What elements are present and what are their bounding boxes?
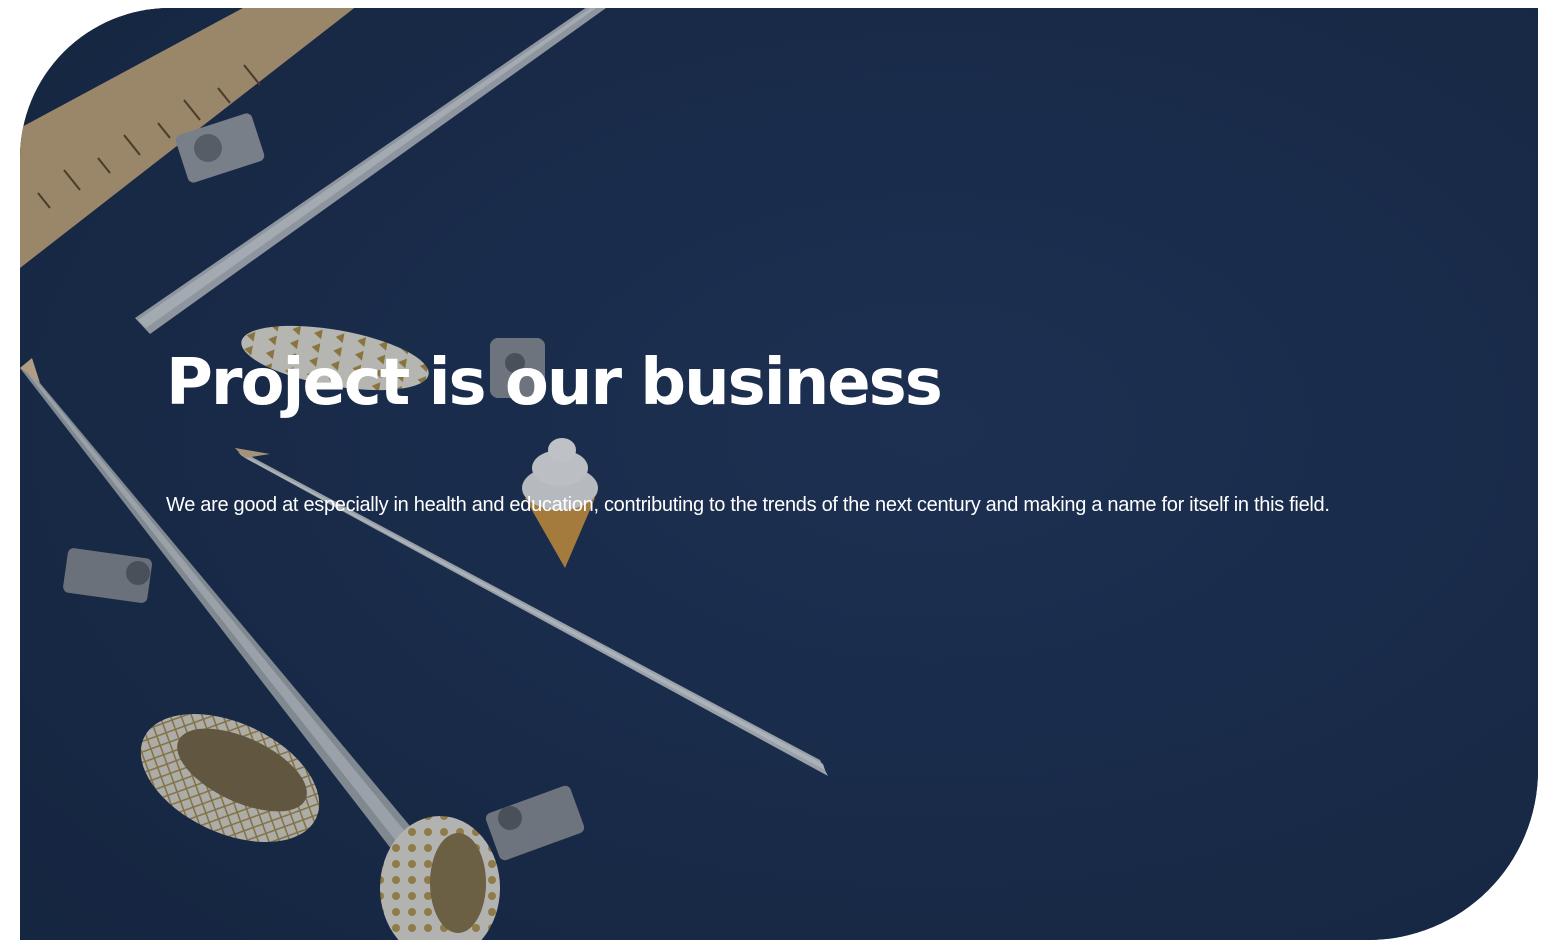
hero-section: Project is our business We are good at e… xyxy=(20,8,1538,940)
hero-subtitle: We are good at especially in health and … xyxy=(166,494,1330,516)
hero-background-image xyxy=(20,8,1538,940)
hero-title: Project is our business xyxy=(166,346,943,420)
